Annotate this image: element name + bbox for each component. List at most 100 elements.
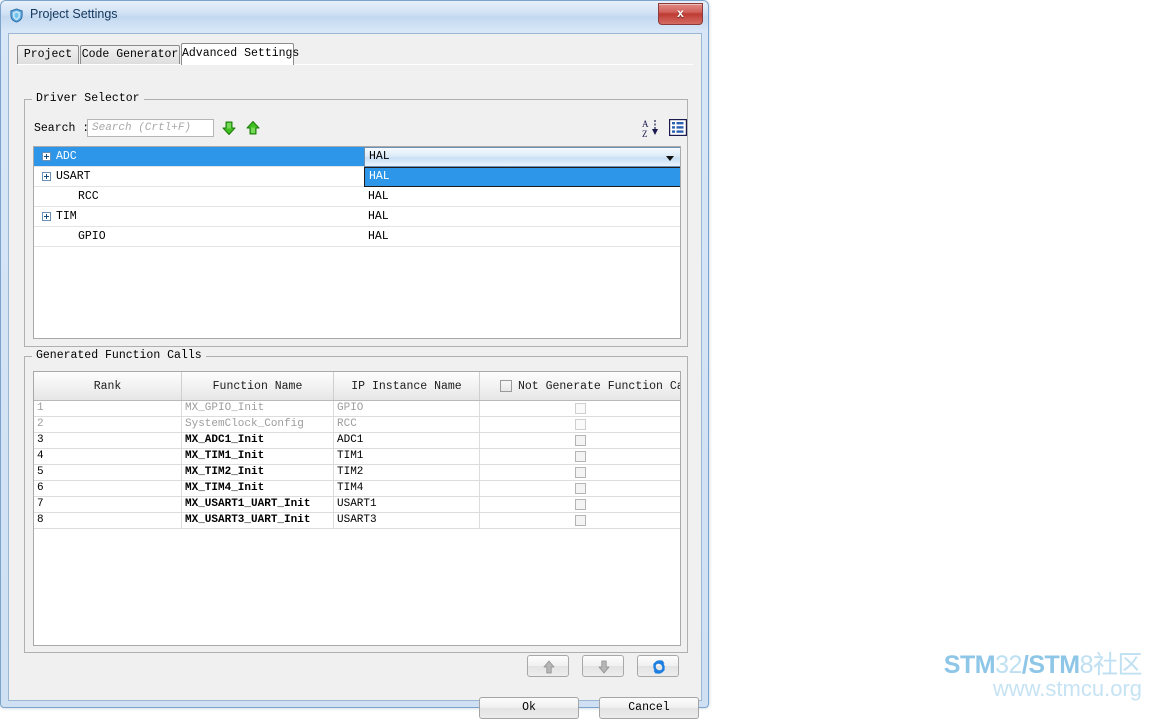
green-up-arrow-icon[interactable] — [245, 120, 261, 136]
cell-not-generate — [480, 481, 680, 496]
table-body: 1 MX_GPIO_Init GPIO 2 SystemClock_Config RCC 3… — [34, 401, 680, 529]
column-header-label: Not Generate Function Call — [518, 379, 681, 393]
generated-calls-table: Rank Function Name IP Instance Name Not Gen… — [33, 371, 681, 646]
cell-ip: TIM4 — [334, 481, 480, 496]
column-header[interactable]: Rank — [34, 372, 182, 400]
cell-rank: 7 — [34, 497, 182, 512]
chevron-down-icon[interactable] — [666, 156, 674, 161]
sort-az-icon[interactable]: A Z — [642, 118, 661, 138]
dialog-client-area: Project Code Generator Advanced Settings D… — [8, 33, 702, 719]
expand-plus-icon[interactable] — [42, 152, 51, 161]
table-row[interactable]: 2 SystemClock_Config RCC — [34, 417, 680, 433]
table-row[interactable]: 7 MX_USART1_UART_Init USART1 — [34, 497, 680, 513]
dropdown-option[interactable]: HAL — [365, 168, 680, 186]
move-up-button[interactable] — [527, 655, 569, 677]
cell-ip: TIM2 — [334, 465, 480, 480]
driver-mode-value[interactable]: HAL — [364, 227, 680, 246]
driver-mode-dropdown[interactable]: HAL — [364, 167, 680, 187]
column-header[interactable]: Not Generate Function Call — [480, 372, 680, 400]
tab-advanced-settings[interactable]: Advanced Settings — [181, 43, 299, 65]
cell-not-generate — [480, 513, 680, 528]
driver-name-label: USART — [56, 170, 91, 183]
search-input[interactable] — [87, 119, 214, 137]
cell-function: MX_TIM1_Init — [182, 449, 334, 464]
driver-tree-row[interactable]: RCC HAL — [34, 187, 680, 207]
cell-function: MX_USART1_UART_Init — [182, 497, 334, 512]
expand-plus-icon[interactable] — [42, 212, 51, 221]
driver-name-label: ADC — [56, 150, 77, 163]
table-row[interactable]: 8 MX_USART3_UART_Init USART3 — [34, 513, 680, 529]
cell-not-generate — [480, 497, 680, 512]
combobox-value: HAL — [369, 150, 390, 163]
driver-name-label: GPIO — [78, 230, 106, 243]
svg-text:A: A — [642, 119, 649, 129]
ok-button[interactable]: Ok — [479, 697, 579, 719]
not-generate-checkbox[interactable] — [574, 515, 586, 526]
driver-name-cell: RCC — [34, 187, 364, 206]
cell-rank: 6 — [34, 481, 182, 496]
column-header[interactable]: IP Instance Name — [334, 372, 480, 400]
not-generate-checkbox[interactable] — [574, 435, 586, 446]
watermark: STM32/STM8社区 www.stmcu.org — [943, 651, 1143, 701]
cell-ip: ADC1 — [334, 433, 480, 448]
tab-code-generator[interactable]: Code Generator — [80, 45, 180, 64]
cell-rank: 1 — [34, 401, 182, 416]
move-down-button[interactable] — [582, 655, 624, 677]
not-generate-checkbox[interactable] — [574, 483, 586, 494]
not-generate-checkbox[interactable] — [574, 451, 586, 462]
cell-function: SystemClock_Config — [182, 417, 334, 432]
driver-mode-combobox[interactable]: HAL — [364, 147, 680, 167]
close-button[interactable]: x — [658, 3, 703, 25]
cancel-button[interactable]: Cancel — [599, 697, 699, 719]
cell-ip: USART3 — [334, 513, 480, 528]
table-row[interactable]: 6 MX_TIM4_Init TIM4 — [34, 481, 680, 497]
cell-not-generate — [480, 401, 680, 416]
cell-not-generate — [480, 433, 680, 448]
driver-mode-value[interactable]: HAL — [364, 187, 680, 206]
close-icon: x — [677, 6, 684, 20]
green-down-arrow-icon[interactable] — [221, 120, 237, 136]
driver-mode-value[interactable]: HAL — [364, 207, 680, 226]
watermark-line-2: www.stmcu.org — [992, 676, 1142, 701]
cell-rank: 2 — [34, 417, 182, 432]
watermark-stm-2: /STM — [1021, 651, 1080, 679]
driver-selector-legend: Driver Selector — [32, 92, 144, 105]
column-header[interactable]: Function Name — [182, 372, 334, 400]
watermark-32: 32 — [995, 651, 1022, 679]
not-generate-checkbox[interactable] — [574, 499, 586, 510]
table-row[interactable]: 1 MX_GPIO_Init GPIO — [34, 401, 680, 417]
table-header-row: Rank Function Name IP Instance Name Not Gen… — [34, 372, 680, 401]
table-row[interactable]: 4 MX_TIM1_Init TIM1 — [34, 449, 680, 465]
cell-function: MX_TIM2_Init — [182, 465, 334, 480]
tab-bar: Project Code Generator Advanced Settings — [17, 43, 693, 65]
list-view-icon[interactable] — [669, 119, 687, 136]
driver-name-label: RCC — [78, 190, 99, 203]
not-generate-checkbox[interactable] — [574, 467, 586, 478]
table-row[interactable]: 3 MX_ADC1_Init ADC1 — [34, 433, 680, 449]
title-bar: Project Settings x — [1, 1, 708, 30]
window-title: Project Settings — [30, 7, 118, 21]
cell-not-generate — [480, 465, 680, 480]
move-up-arrow-icon — [543, 660, 555, 674]
cell-rank: 5 — [34, 465, 182, 480]
driver-tree-row[interactable]: ADC HAL — [34, 147, 680, 167]
driver-tree-row[interactable]: GPIO HAL — [34, 227, 680, 247]
driver-tree[interactable]: ADCHALHALUSARTHALRCCHALTIMHALGPIOHAL — [33, 146, 681, 339]
watermark-stm-1: STM — [943, 651, 996, 679]
not-generate-checkbox[interactable] — [574, 419, 586, 430]
table-row[interactable]: 5 MX_TIM2_Init TIM2 — [34, 465, 680, 481]
not-generate-all-checkbox[interactable] — [500, 380, 512, 392]
tab-underline — [17, 64, 693, 65]
refresh-button[interactable] — [637, 655, 679, 677]
driver-name-cell: ADC — [34, 147, 364, 166]
driver-name-cell: USART — [34, 167, 364, 186]
driver-tree-row[interactable]: TIM HAL — [34, 207, 680, 227]
expand-plus-icon[interactable] — [42, 172, 51, 181]
cell-ip: GPIO — [334, 401, 480, 416]
tab-project[interactable]: Project — [17, 45, 79, 64]
project-settings-dialog: Project Settings x Project Code Generator… — [0, 0, 709, 719]
search-label: Search : — [34, 122, 90, 135]
driver-name-cell: GPIO — [34, 227, 364, 246]
not-generate-checkbox[interactable] — [574, 403, 586, 414]
cell-function: MX_ADC1_Init — [182, 433, 334, 448]
